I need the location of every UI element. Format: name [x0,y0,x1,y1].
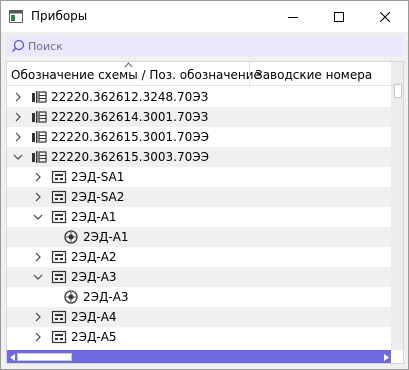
maximize-icon [334,11,344,22]
tree-row[interactable]: 2ЭД-A3 [7,287,391,307]
horizontal-scroll-thumb[interactable] [17,353,72,361]
tree-row[interactable]: 2ЭД-SA1 [7,167,391,187]
chevron-right-icon[interactable] [33,172,43,182]
close-button[interactable] [362,1,408,32]
vertical-scrollbar[interactable] [391,62,403,350]
chevron-right-icon[interactable] [33,192,43,202]
tree-row-label: 22220.362614.3001.70ЭЗ [51,110,209,124]
instruments-tree-grid: Обозначение схемы / Поз. обозначение Зав… [6,61,404,364]
search-input[interactable] [26,37,396,55]
chevron-right-icon[interactable] [33,332,43,342]
tree-row-label: 2ЭД-A4 [71,310,117,324]
chevron-right-icon [383,353,389,361]
tree-row-label: 2ЭД-A3 [83,290,129,304]
instruments-window: Приборы Обозначение схемы / Поз. обознач… [0,0,409,370]
tree-row-label: 2ЭД-A3 [71,270,117,284]
tree-row-label: 22220.362612.3248.70ЭЗ [51,90,209,104]
chevron-right-icon[interactable] [33,252,43,262]
chevron-down-icon[interactable] [33,212,43,222]
column-divider[interactable] [249,62,250,86]
tree-row[interactable]: 2ЭД-SA2 [7,187,391,207]
chevron-right-icon[interactable] [13,112,23,122]
column-header-serial-numbers[interactable]: Заводские номера [255,68,372,82]
title-bar[interactable]: Приборы [1,1,408,32]
column-header-designation[interactable]: Обозначение схемы / Поз. обозначение [11,68,261,82]
scheme-icon [32,131,47,143]
tree-row-label: 2ЭД-SA2 [71,190,125,204]
tree-row[interactable]: 2ЭД-A2 [7,247,391,267]
tree-row[interactable]: 2ЭД-A3 [7,267,391,287]
vertical-scroll-thumb[interactable] [394,84,402,98]
tree-row-label: 22220.362615.3003.70ЭЭ [51,150,209,164]
minimize-button[interactable] [270,1,316,32]
tree-row[interactable]: 22220.362615.3001.70ЭЭ [7,127,391,147]
device-icon [51,210,67,224]
chevron-down-icon[interactable] [33,272,43,282]
component-icon [64,230,78,244]
tree-row[interactable]: 22220.362612.3248.70ЭЗ [7,87,391,107]
device-icon [51,250,67,264]
scheme-icon [32,91,47,103]
device-icon [51,190,67,204]
tree-row-label: 22220.362615.3001.70ЭЭ [51,130,209,144]
scrollbar-corner [391,350,403,363]
chevron-right-icon[interactable] [13,132,23,142]
tree-row[interactable]: 2ЭД-A5 [7,327,391,347]
tree-row[interactable]: 22220.362615.3003.70ЭЭ [7,147,391,167]
chevron-down-icon[interactable] [13,152,23,162]
scroll-left-button[interactable] [7,350,17,363]
tree-row[interactable]: 2ЭД-A1 [7,207,391,227]
tree-row-label: 2ЭД-SA1 [71,170,125,184]
tree-row[interactable]: 2ЭД-A1 [7,227,391,247]
search-bar [6,36,403,56]
search-icon [11,39,25,53]
maximize-button[interactable] [316,1,362,32]
column-header: Обозначение схемы / Поз. обозначение Зав… [7,62,391,86]
window-title: Приборы [31,9,88,23]
scheme-icon [32,151,47,163]
tree-row[interactable]: 2ЭД-A4 [7,307,391,327]
minimize-icon [288,16,298,18]
device-icon [51,270,67,284]
chevron-right-icon[interactable] [13,92,23,102]
component-icon [64,290,78,304]
close-icon [380,11,390,22]
tree-row-label: 2ЭД-A5 [71,330,117,344]
tree-row[interactable]: 22220.362614.3001.70ЭЗ [7,107,391,127]
device-icon [51,310,67,324]
tree-row-label: 2ЭД-A1 [83,230,129,244]
tree-row-label: 2ЭД-A2 [71,250,117,264]
scheme-icon [32,111,47,123]
device-icon [51,330,67,344]
scroll-right-button[interactable] [381,350,391,363]
chevron-left-icon [9,353,15,361]
app-icon [9,10,23,23]
tree-row-label: 2ЭД-A1 [71,210,117,224]
chevron-right-icon[interactable] [33,312,43,322]
horizontal-scrollbar[interactable] [7,350,391,363]
device-icon [51,170,67,184]
